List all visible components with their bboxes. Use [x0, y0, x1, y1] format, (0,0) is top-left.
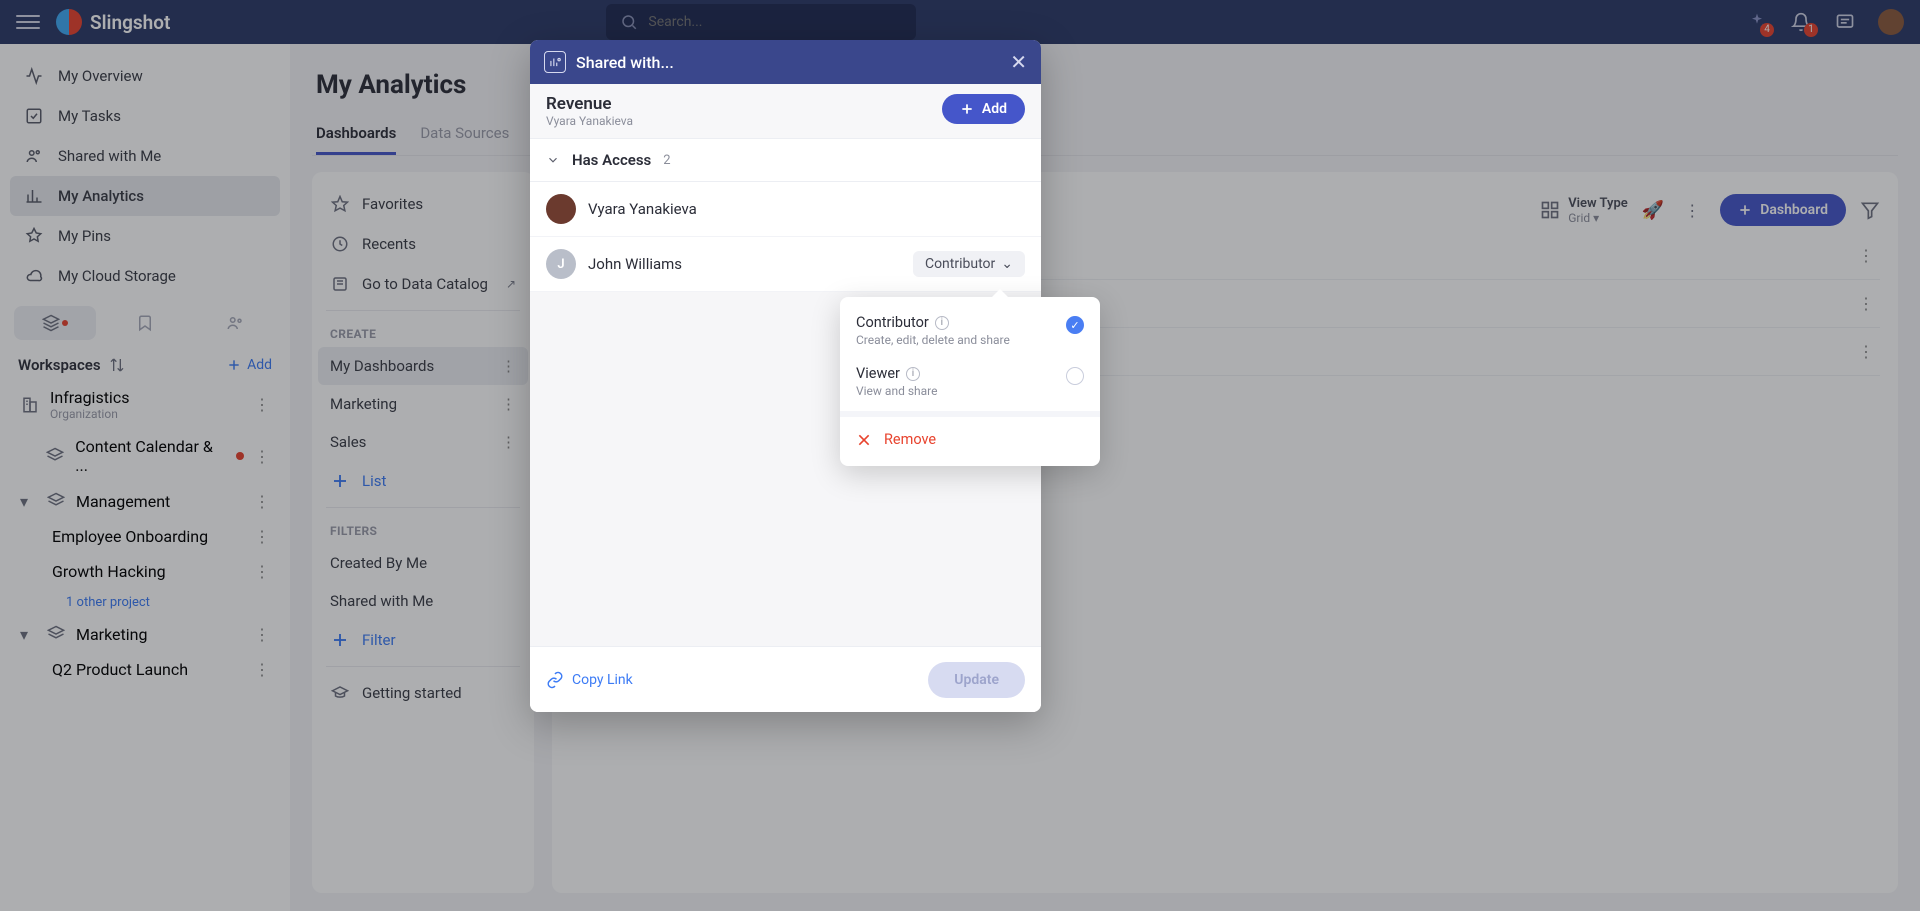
copy-link-button[interactable]: Copy Link [546, 671, 633, 689]
role-label: Contributor [925, 256, 995, 272]
role-popover: Contributor i Create, edit, delete and s… [840, 297, 1100, 466]
avatar [546, 194, 576, 224]
avatar: J [546, 249, 576, 279]
radio-icon [1066, 367, 1084, 385]
add-member-button[interactable]: Add [942, 94, 1025, 124]
member-name: John Williams [588, 255, 682, 273]
member-row: J John Williams Contributor ⌄ [530, 237, 1041, 292]
chevron-down-icon [546, 153, 560, 167]
remove-access-button[interactable]: Remove [840, 421, 1100, 458]
dashboard-icon [544, 51, 566, 73]
link-label: Copy Link [572, 672, 633, 688]
access-title: Has Access [572, 151, 651, 169]
info-icon[interactable]: i [935, 316, 949, 330]
access-header[interactable]: Has Access 2 [530, 139, 1041, 182]
member-name: Vyara Yanakieva [588, 200, 697, 218]
remove-label: Remove [884, 431, 936, 448]
role-option-contributor[interactable]: Contributor i Create, edit, delete and s… [840, 305, 1100, 356]
member-row: Vyara Yanakieva [530, 182, 1041, 237]
modal-title: Shared with... [576, 53, 674, 72]
role-title: Contributor [856, 314, 929, 331]
info-icon[interactable]: i [906, 367, 920, 381]
role-title: Viewer [856, 365, 900, 382]
share-item-title: Revenue [546, 94, 633, 114]
role-sub: Create, edit, delete and share [856, 333, 1056, 347]
share-item-owner: Vyara Yanakieva [546, 114, 633, 128]
check-icon: ✓ [1066, 316, 1084, 334]
chevron-down-icon: ⌄ [1001, 256, 1013, 272]
role-dropdown[interactable]: Contributor ⌄ [913, 251, 1025, 277]
access-count: 2 [663, 153, 670, 168]
role-option-viewer[interactable]: Viewer i View and share [840, 356, 1100, 407]
update-button[interactable]: Update [928, 662, 1025, 698]
role-sub: View and share [856, 384, 1056, 398]
btn-label: Add [982, 101, 1007, 117]
close-icon[interactable]: ✕ [1010, 50, 1027, 74]
